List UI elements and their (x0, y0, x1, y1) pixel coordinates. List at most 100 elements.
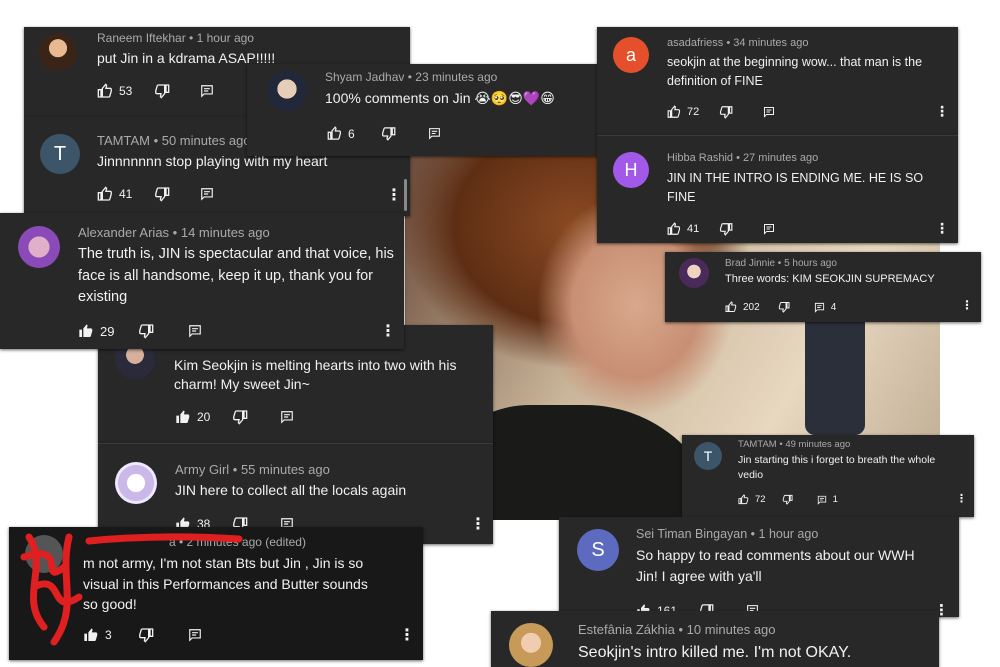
comment-time[interactable]: 10 minutes ago (687, 622, 776, 637)
comment-time[interactable]: 49 minutes ago (785, 439, 850, 450)
avatar[interactable]: T (40, 134, 80, 174)
comment-text: JIN IN THE INTRO IS ENDING ME. HE IS SO … (667, 171, 924, 204)
thumb-up-icon[interactable] (97, 83, 113, 99)
like-count: 29 (100, 323, 115, 339)
reply-count: 4 (830, 301, 837, 313)
avatar[interactable] (39, 33, 77, 71)
more-options-icon[interactable]: ⋮ (470, 514, 486, 534)
comment-actions: 202 4 (725, 301, 836, 313)
comment-time[interactable]: 23 minutes ago (415, 70, 497, 84)
thumb-down-icon[interactable] (138, 323, 154, 339)
comment-meta: Estefânia Zákhia • 10 minutes ago (578, 622, 776, 637)
comment-author[interactable]: Sei Timan Bingayan (636, 527, 747, 541)
comment-time[interactable]: 14 minutes ago (181, 225, 270, 240)
like-count: 72 (687, 106, 700, 118)
more-options-icon[interactable]: ⋮ (935, 220, 949, 237)
reply-icon[interactable] (763, 223, 775, 235)
reply-icon[interactable] (280, 410, 294, 424)
thumb-down-icon[interactable] (719, 105, 733, 119)
comment-actions: 29 (78, 323, 202, 339)
comment-text: Kim Seokjin is melting hearts into two w… (174, 357, 457, 392)
comment-time[interactable]: 50 minutes ago (162, 133, 251, 148)
comment-text: Three words: KIM SEOKJIN SUPREMACY (725, 273, 935, 285)
comment-card: Estefânia Zákhia • 10 minutes ago Seokji… (491, 611, 939, 667)
thumb-up-icon[interactable] (78, 323, 94, 339)
thumb-down-icon[interactable] (154, 186, 170, 202)
thumb-down-icon[interactable] (778, 301, 790, 313)
more-options-icon[interactable]: ⋮ (399, 625, 415, 645)
thumb-up-icon[interactable] (667, 222, 681, 236)
comment-author[interactable]: Alexander Arias (78, 225, 169, 240)
comment-meta: Shyam Jadhav • 23 minutes ago (325, 70, 498, 84)
thumb-down-icon[interactable] (381, 126, 396, 141)
comment-time[interactable]: 27 minutes ago (743, 152, 818, 164)
like-count: 6 (348, 126, 355, 141)
comment-meta: Hibba Rashid • 27 minutes ago (667, 152, 819, 164)
more-options-icon[interactable]: ⋮ (380, 321, 396, 341)
comment-text: 100% comments on Jin 😭🥺😎💜😁 (325, 90, 555, 106)
reply-icon[interactable] (817, 495, 827, 505)
comment-author[interactable]: Raneem Iftekhar (97, 31, 186, 45)
comment-card: H Hibba Rashid • 27 minutes ago JIN IN T… (597, 135, 958, 243)
thumb-down-icon[interactable] (232, 409, 248, 425)
comment-author[interactable]: TAMTAM (738, 439, 777, 450)
comment-author[interactable]: Hibba Rashid (667, 152, 733, 164)
comment-text: JIN here to collect all the locals again (175, 482, 407, 498)
more-options-icon[interactable]: ⋮ (961, 298, 973, 312)
reply-icon[interactable] (763, 106, 775, 118)
comment-text: Jin starting this i forget to breath the… (738, 454, 936, 481)
comment-author[interactable]: TAMTAM (97, 133, 150, 148)
thumb-up-icon[interactable] (327, 126, 342, 141)
reply-icon[interactable] (200, 84, 214, 98)
reply-icon[interactable] (188, 324, 202, 338)
thumb-up-icon[interactable] (175, 409, 191, 425)
avatar[interactable]: H (613, 152, 649, 188)
avatar[interactable] (18, 226, 60, 268)
thumb-down-icon[interactable] (154, 83, 170, 99)
comment-time[interactable]: 34 minutes ago (733, 37, 808, 49)
comment-time[interactable]: 5 hours ago (784, 258, 837, 269)
comment-text: The truth is, JIN is spectacular and tha… (78, 246, 394, 305)
like-count: 20 (197, 410, 211, 424)
reply-icon[interactable] (200, 187, 214, 201)
comment-time[interactable]: 1 hour ago (759, 527, 819, 541)
thumb-up-icon[interactable] (725, 301, 737, 313)
avatar[interactable] (509, 623, 553, 667)
comment-card: Shyam Jadhav • 23 minutes ago 100% comme… (247, 64, 609, 156)
thumb-down-icon[interactable] (782, 494, 793, 505)
avatar[interactable]: a (613, 37, 649, 73)
scrollbar[interactable] (404, 179, 407, 211)
more-options-icon[interactable]: ⋮ (386, 185, 402, 205)
reply-icon[interactable] (428, 127, 441, 140)
avatar[interactable] (115, 462, 157, 504)
reply-count: 1 (832, 494, 838, 505)
reply-icon[interactable] (814, 302, 825, 313)
comment-author[interactable]: Army Girl (175, 462, 229, 477)
thumb-up-icon[interactable] (667, 105, 681, 119)
more-options-icon[interactable]: ⋮ (935, 103, 949, 120)
avatar[interactable] (679, 258, 709, 288)
comment-meta: Raneem Iftekhar • 1 hour ago (97, 31, 254, 45)
comment-time[interactable]: 1 hour ago (197, 31, 254, 45)
comment-card: Alexander Arias • 14 minutes ago The tru… (0, 213, 404, 349)
comment-actions: 72 (667, 105, 775, 119)
avatar[interactable] (267, 71, 307, 111)
avatar[interactable]: S (577, 529, 619, 571)
like-count: 41 (687, 223, 700, 235)
comment-text: seokjin at the beginning wow... that man… (667, 55, 923, 88)
thumb-up-icon[interactable] (97, 186, 113, 202)
comment-author[interactable]: Brad Jinnie (725, 258, 775, 269)
comment-author[interactable]: asadafriess (667, 37, 723, 49)
thumb-down-icon[interactable] (719, 222, 733, 236)
comment-meta: TAMTAM • 50 minutes ago (97, 133, 251, 148)
avatar[interactable]: T (694, 442, 722, 470)
comment-meta: Brad Jinnie • 5 hours ago (725, 258, 837, 269)
comment-author[interactable]: Estefânia Zákhia (578, 622, 675, 637)
comment-time[interactable]: 55 minutes ago (241, 462, 330, 477)
comment-card: Brad Jinnie • 5 hours ago Three words: K… (665, 252, 981, 322)
comment-meta: Sei Timan Bingayan • 1 hour ago (636, 527, 819, 541)
comment-card: a asadafriess • 34 minutes ago seokjin a… (597, 27, 958, 135)
comment-author[interactable]: Shyam Jadhav (325, 70, 404, 84)
more-options-icon[interactable]: ⋮ (956, 492, 967, 505)
thumb-up-icon[interactable] (738, 494, 749, 505)
